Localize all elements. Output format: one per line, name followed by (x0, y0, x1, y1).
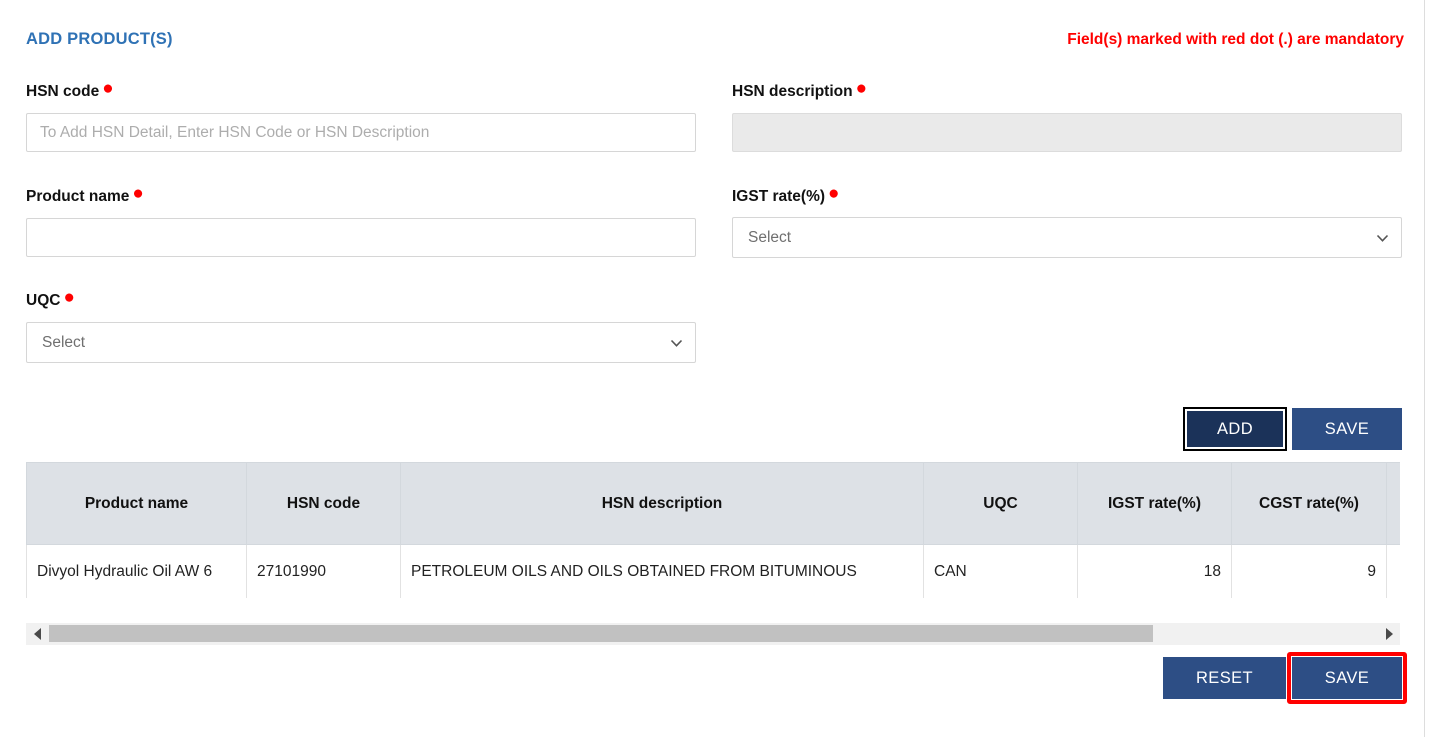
required-dot-icon: ● (828, 183, 840, 204)
hsn-code-input[interactable] (26, 113, 696, 152)
product-name-input[interactable] (26, 218, 696, 257)
product-name-label-text: Product name (26, 188, 130, 205)
viewport-right-gutter (1425, 0, 1436, 737)
uqc-selected-value: Select (42, 333, 86, 351)
save-button-bottom[interactable]: SAVE (1292, 657, 1402, 699)
required-dot-icon: ● (63, 287, 75, 308)
cell-product-name: Divyol Hydraulic Oil AW 6 (26, 544, 247, 598)
cell-cgst-rate: 9 (1231, 544, 1387, 598)
required-dot-icon: ● (855, 78, 868, 99)
chevron-down-icon (1376, 231, 1389, 244)
products-table-container: Product name HSN code HSN description UQ… (26, 462, 1400, 598)
page-content: ADD PRODUCT(S) Field(s) marked with red … (0, 0, 1424, 737)
uqc-label-text: UQC (26, 292, 61, 309)
cell-hsn-code: 27101990 (246, 544, 401, 598)
hsn-description-input[interactable] (732, 113, 1402, 152)
mandatory-fields-note: Field(s) marked with red dot (.) are man… (1067, 31, 1404, 48)
products-table: Product name HSN code HSN description UQ… (26, 462, 1400, 598)
igst-rate-selected-value: Select (748, 228, 792, 246)
hsn-code-label-text: HSN code (26, 83, 100, 100)
required-dot-icon: ● (102, 78, 114, 99)
column-header-igst-rate: IGST rate(%) (1077, 462, 1232, 545)
igst-rate-label: IGST rate(%) ● (732, 184, 840, 206)
hsn-description-label-text: HSN description (732, 83, 853, 100)
page-title: ADD PRODUCT(S) (26, 30, 173, 48)
chevron-down-icon (670, 336, 683, 349)
cell-overflow (1386, 544, 1400, 598)
table-header-row: Product name HSN code HSN description UQ… (26, 462, 1400, 545)
cell-hsn-description: PETROLEUM OILS AND OILS OBTAINED FROM BI… (400, 544, 924, 598)
table-row: Divyol Hydraulic Oil AW 6 27101990 PETRO… (26, 544, 1400, 598)
table-horizontal-scrollbar[interactable] (26, 623, 1400, 645)
uqc-label: UQC ● (26, 288, 75, 310)
uqc-select[interactable]: Select (26, 322, 696, 363)
add-button[interactable]: ADD (1183, 407, 1287, 451)
hsn-description-label: HSN description ● (732, 79, 867, 101)
igst-rate-select[interactable]: Select (732, 217, 1402, 258)
scroll-left-arrow-icon[interactable] (26, 623, 48, 645)
igst-rate-label-text: IGST rate(%) (732, 188, 826, 205)
save-button-top[interactable]: SAVE (1292, 408, 1402, 450)
column-header-cgst-rate: CGST rate(%) (1231, 462, 1387, 545)
hsn-code-label: HSN code ● (26, 79, 114, 101)
column-header-hsn-code: HSN code (246, 462, 401, 545)
scrollbar-thumb[interactable] (49, 625, 1153, 642)
column-header-uqc: UQC (923, 462, 1078, 545)
product-name-label: Product name ● (26, 184, 144, 206)
reset-button[interactable]: RESET (1163, 657, 1286, 699)
scroll-right-arrow-icon[interactable] (1378, 623, 1400, 645)
column-header-overflow (1386, 462, 1400, 545)
cell-igst-rate: 18 (1077, 544, 1232, 598)
column-header-product-name: Product name (26, 462, 247, 545)
cell-uqc: CAN (923, 544, 1078, 598)
required-dot-icon: ● (132, 183, 144, 204)
column-header-hsn-description: HSN description (400, 462, 924, 545)
add-products-page: ADD PRODUCT(S) Field(s) marked with red … (0, 0, 1436, 737)
